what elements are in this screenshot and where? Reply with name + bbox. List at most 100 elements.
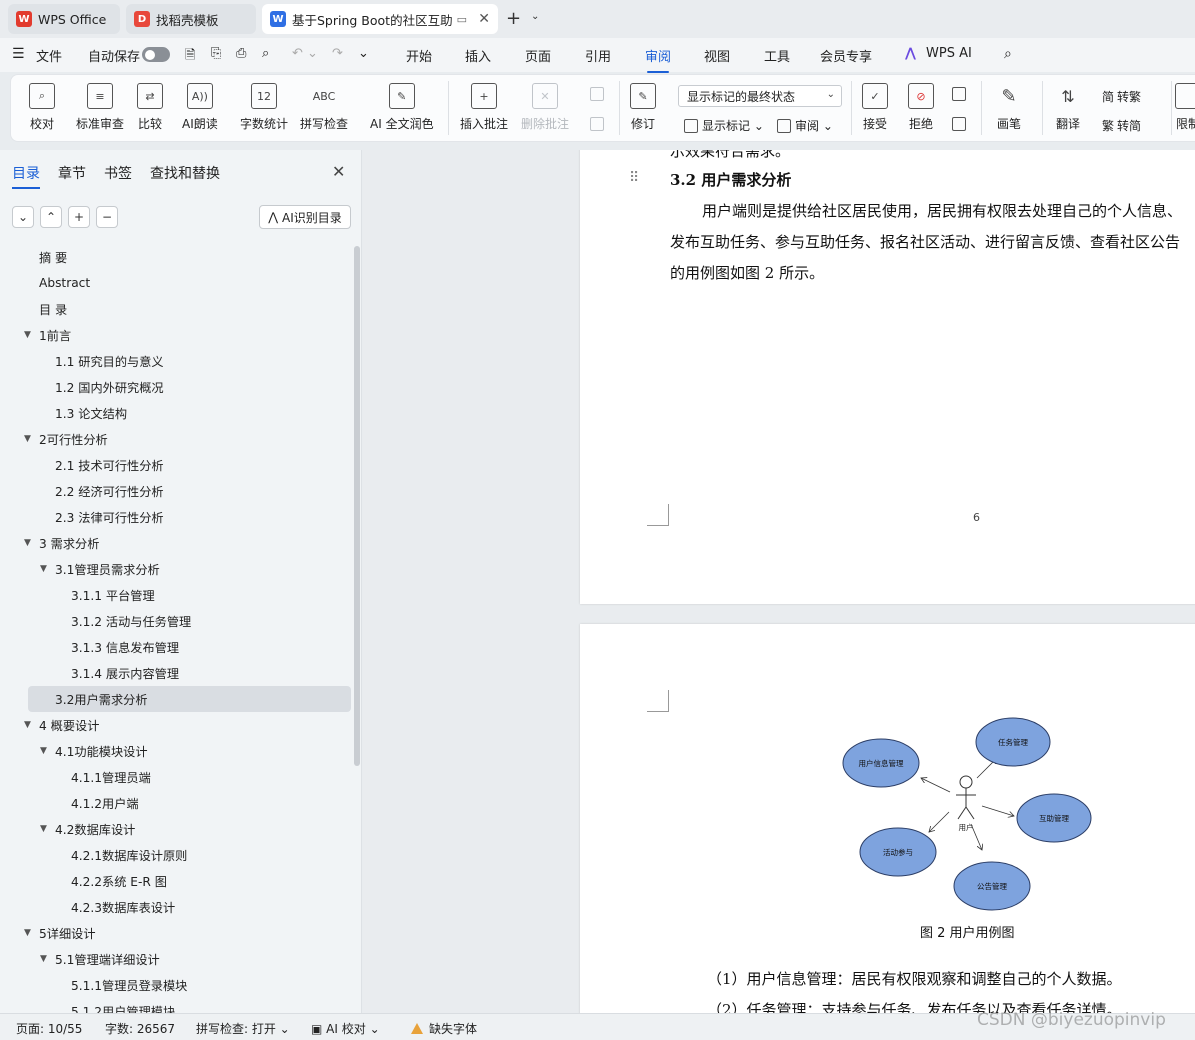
toc-item[interactable]: 4.1.2用户端	[0, 790, 352, 816]
expand-caret-icon[interactable]: ▼	[24, 330, 31, 340]
toc-item[interactable]: 2.1 技术可行性分析	[0, 452, 352, 478]
tab-docer-templates[interactable]: D 找稻壳模板	[126, 4, 256, 34]
toc-item[interactable]: ▼ 3 需求分析	[0, 530, 352, 556]
toc-item[interactable]: 目 录	[0, 296, 352, 322]
close-icon[interactable]: ✕	[332, 162, 345, 181]
show-markup-button[interactable]: 显示标记 ⌄	[684, 117, 764, 134]
review-pane-button[interactable]: 审阅 ⌄	[777, 117, 833, 134]
accept-button[interactable]: ✓ 接受	[862, 83, 888, 132]
ai-read-button[interactable]: A)) AI朗读	[182, 83, 218, 132]
toc-item[interactable]: ▼ 4.2数据库设计	[0, 816, 352, 842]
ai-toc-button[interactable]: ⋀ AI识别目录	[259, 205, 351, 229]
markup-state-select[interactable]: 显示标记的最终状态 ⌄	[678, 85, 842, 107]
tab-current-document[interactable]: W 基于Spring Boot的社区互助 ▭ ✕	[262, 4, 498, 34]
toc-item[interactable]: ▼ 1前言	[0, 322, 352, 348]
expand-caret-icon[interactable]: ▼	[40, 954, 47, 964]
previous-change-icon[interactable]	[952, 87, 970, 101]
file-menu[interactable]: 文件	[36, 46, 62, 65]
expand-caret-icon[interactable]: ▼	[24, 434, 31, 444]
toc-item[interactable]: 1.1 研究目的与意义	[0, 348, 352, 374]
toc-item[interactable]: ▼ 4 概要设计	[0, 712, 352, 738]
delete-comment-button[interactable]: ✕ 删除批注	[521, 83, 569, 132]
toc-item[interactable]: 3.2用户需求分析	[28, 686, 351, 712]
expand-caret-icon[interactable]: ▼	[24, 720, 31, 730]
menu-view[interactable]: 视图	[704, 46, 730, 65]
menu-tools[interactable]: 工具	[764, 46, 790, 65]
expand-caret-icon[interactable]: ▼	[24, 538, 31, 548]
toc-item[interactable]: 3.1.4 展示内容管理	[0, 660, 352, 686]
toc-item[interactable]: 3.1.2 活动与任务管理	[0, 608, 352, 634]
drag-handle-icon[interactable]: ⠿	[629, 170, 639, 186]
autosave-toggle[interactable]	[142, 47, 170, 62]
menu-home[interactable]: 开始	[406, 46, 432, 65]
panel-tab-bookmarks[interactable]: 书签	[104, 163, 132, 183]
toc-item[interactable]: ▼ 5.1管理端详细设计	[0, 946, 352, 972]
toc-scrollbar[interactable]	[354, 246, 360, 766]
toc-item[interactable]: 5.1.1管理员登录模块	[0, 972, 352, 998]
menu-references[interactable]: 引用	[585, 46, 611, 65]
next-comment-icon[interactable]	[590, 117, 608, 131]
undo-icon[interactable]: ↶ ⌄	[292, 46, 318, 61]
spell-check-indicator[interactable]: 拼写检查: 打开 ⌄	[196, 1020, 290, 1037]
print-icon[interactable]: ⎙	[236, 46, 246, 61]
menu-insert[interactable]: 插入	[465, 46, 491, 65]
chevron-down-icon[interactable]: ⌄	[531, 11, 539, 22]
new-tab-icon[interactable]: +	[506, 8, 521, 29]
toc-item[interactable]: 4.1.1管理员端	[0, 764, 352, 790]
reject-button[interactable]: ⊘ 拒绝	[908, 83, 934, 132]
tab-wps-office[interactable]: W WPS Office	[8, 4, 120, 34]
pen-button[interactable]: ✎ 画笔	[996, 83, 1022, 132]
word-count-button[interactable]: 12 字数统计	[240, 83, 288, 132]
missing-font-indicator[interactable]: 缺失字体	[411, 1020, 477, 1037]
document-page[interactable]: 示效果符合需求。 3.2 用户需求分析 用户端则是提供给社区居民使用，居民拥有权…	[580, 150, 1195, 604]
insert-comment-button[interactable]: + 插入批注	[460, 83, 508, 132]
toc-item[interactable]: 2.3 法律可行性分析	[0, 504, 352, 530]
toc-item[interactable]: 4.2.3数据库表设计	[0, 894, 352, 920]
ai-check-indicator[interactable]: ▣ AI 校对 ⌄	[311, 1020, 380, 1037]
search-icon[interactable]: ⌕	[1004, 46, 1012, 62]
to-simplified-button[interactable]: 繁转简	[1102, 117, 1141, 134]
save-icon[interactable]: 🗎	[185, 46, 195, 68]
expand-caret-icon[interactable]: ▼	[40, 564, 47, 574]
toc-item[interactable]: 4.2.2系统 E-R 图	[0, 868, 352, 894]
hamburger-menu-icon[interactable]: ☰	[12, 46, 25, 62]
expand-caret-icon[interactable]: ▼	[24, 928, 31, 938]
toc-item[interactable]: 摘 要	[0, 244, 352, 270]
toc-item[interactable]: 3.1.1 平台管理	[0, 582, 352, 608]
track-changes-button[interactable]: ✎ 修订	[630, 83, 656, 132]
spell-check-button[interactable]: ABC 拼写检查	[300, 83, 348, 132]
to-traditional-button[interactable]: 简转繁	[1102, 88, 1141, 105]
translate-button[interactable]: ⇅ 翻译	[1055, 83, 1081, 132]
toc-item[interactable]: 2.2 经济可行性分析	[0, 478, 352, 504]
document-page[interactable]: 用户 用户信息管理 任务管理 互助管理 活动参与 公告管理 图 2 用户用例图 …	[580, 624, 1195, 1013]
more-chevron-icon[interactable]: ⌄	[358, 46, 369, 61]
proofread-button[interactable]: ⌕ 校对	[29, 83, 55, 132]
compare-button[interactable]: ⇄ 比较	[137, 83, 163, 132]
toc-item[interactable]: ▼ 3.1管理员需求分析	[0, 556, 352, 582]
print-preview-icon[interactable]: ⌕	[262, 46, 269, 61]
close-icon[interactable]: ✕	[478, 11, 490, 27]
panel-tab-chapters[interactable]: 章节	[58, 163, 86, 183]
toc-item[interactable]: Abstract	[0, 270, 352, 296]
toc-item[interactable]: 4.2.1数据库设计原则	[0, 842, 352, 868]
expand-up-button[interactable]: ⌃	[40, 206, 62, 228]
menu-page[interactable]: 页面	[525, 46, 551, 65]
toc-item[interactable]: 5.1.2用户管理模块	[0, 998, 352, 1013]
export-icon[interactable]: ⎘	[211, 46, 221, 61]
expand-caret-icon[interactable]: ▼	[40, 746, 47, 756]
toc-item[interactable]: ▼ 5详细设计	[0, 920, 352, 946]
panel-tab-find-replace[interactable]: 查找和替换	[150, 163, 220, 183]
ai-polish-button[interactable]: ✎ AI 全文润色	[370, 83, 434, 132]
page-indicator[interactable]: 页面: 10/55	[16, 1020, 82, 1037]
toc-item[interactable]: ▼ 4.1功能模块设计	[0, 738, 352, 764]
next-change-icon[interactable]	[952, 117, 970, 131]
add-heading-button[interactable]: +	[68, 206, 90, 228]
remove-heading-button[interactable]: −	[96, 206, 118, 228]
previous-comment-icon[interactable]	[590, 87, 608, 101]
document-canvas[interactable]: 示效果符合需求。 3.2 用户需求分析 用户端则是提供给社区居民使用，居民拥有权…	[363, 150, 1195, 1013]
redo-icon[interactable]: ↷	[332, 46, 343, 61]
toc-item[interactable]: ▼ 2可行性分析	[0, 426, 352, 452]
menu-wps-ai[interactable]: WPS AI	[926, 46, 972, 61]
menu-member[interactable]: 会员专享	[820, 46, 872, 65]
standard-review-button[interactable]: ≡ 标准审查	[76, 83, 124, 132]
